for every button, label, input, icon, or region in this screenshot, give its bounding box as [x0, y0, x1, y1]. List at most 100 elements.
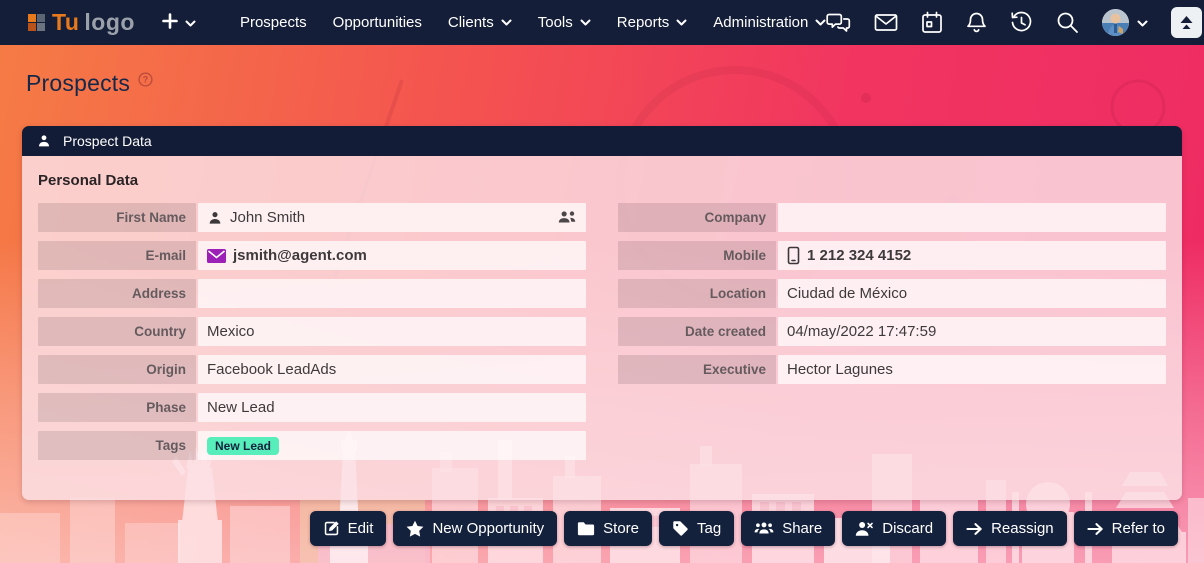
page-title: Prospects — [26, 70, 131, 96]
field-text: Hector Lagunes — [787, 361, 893, 378]
field-row-e-mail: E-mail jsmith@agent.com — [38, 241, 586, 270]
field-label: Tags — [38, 431, 196, 460]
mail-icon[interactable] — [874, 13, 898, 32]
field-value-country: Mexico — [198, 317, 586, 346]
field-value-location: Ciudad de México — [778, 279, 1166, 308]
field-value-first-name: John Smith — [198, 203, 586, 232]
prospect-data-card: Prospect Data Personal Data First Name Jo… — [22, 126, 1182, 500]
field-row-mobile: Mobile 1 212 324 4152 — [618, 241, 1166, 270]
field-row-phase: Phase New Lead — [38, 393, 586, 422]
nav-item-prospects[interactable]: Prospects — [240, 14, 307, 31]
action-button-label: Refer to — [1111, 520, 1165, 537]
page-background: Prospects ? Prospect Data Personal Data … — [0, 45, 1204, 563]
discard-button[interactable]: Discard — [842, 511, 947, 546]
field-value-company — [778, 203, 1166, 232]
field-text: Ciudad de México — [787, 285, 908, 302]
scroll-top-button[interactable] — [1171, 7, 1203, 38]
chat-icon[interactable] — [826, 12, 851, 34]
chevron-down-icon — [185, 15, 196, 30]
folder-icon — [577, 521, 595, 536]
arrow-right-icon — [1087, 522, 1104, 536]
card-title: Prospect Data — [63, 133, 152, 149]
field-row-executive: Executive Hector Lagunes — [618, 355, 1166, 384]
field-value-phase: New Lead — [198, 393, 586, 422]
field-value-origin: Facebook LeadAds — [198, 355, 586, 384]
field-row-country: Country Mexico — [38, 317, 586, 346]
user-menu[interactable] — [1102, 9, 1148, 36]
field-row-date-created: Date created 04/may/2022 17:47:59 — [618, 317, 1166, 346]
action-button-label: Tag — [697, 520, 722, 537]
action-button-label: Reassign — [991, 520, 1054, 537]
nav-item-label: Reports — [616, 14, 670, 31]
main-navigation: Prospects Opportunities Clients Tools Report… — [214, 14, 826, 31]
field-row-location: Location Ciudad de México — [618, 279, 1166, 308]
nav-item-label: Prospects — [239, 14, 307, 31]
new-opportunity-button[interactable]: New Opportunity — [393, 511, 558, 546]
action-button-label: Store — [603, 520, 640, 537]
field-value-e-mail[interactable]: jsmith@agent.com — [198, 241, 586, 270]
chevron-down-icon — [580, 19, 591, 26]
field-value-date-created: 04/may/2022 17:47:59 — [778, 317, 1166, 346]
share-button[interactable]: Share — [741, 511, 836, 546]
field-label: E-mail — [38, 241, 196, 270]
envelope-icon — [207, 248, 226, 263]
nav-item-tools[interactable]: Tools — [538, 14, 591, 31]
form-column-left: First Name John Smith E-mail jsmith@agent.c… — [38, 203, 586, 469]
field-label: Origin — [38, 355, 196, 384]
field-text: Facebook LeadAds — [207, 361, 337, 378]
action-button-label: Edit — [347, 520, 374, 537]
plus-icon — [161, 12, 179, 33]
action-button-label: New Opportunity — [432, 520, 545, 537]
card-body: Personal Data First Name John Smith E-mail… — [22, 156, 1182, 500]
field-row-address: Address — [38, 279, 586, 308]
refer-to-button[interactable]: Refer to — [1073, 511, 1178, 546]
svg-text:?: ? — [143, 75, 149, 85]
bell-icon[interactable] — [966, 11, 987, 34]
action-button-label: Share — [782, 520, 823, 537]
search-icon[interactable] — [1056, 11, 1079, 34]
person-icon — [36, 133, 52, 149]
field-row-tags: Tags New Lead — [38, 431, 586, 460]
history-icon[interactable] — [1010, 11, 1033, 34]
field-value-tags: New Lead — [198, 431, 586, 460]
field-value-address — [198, 279, 586, 308]
field-label: Phase — [38, 393, 196, 422]
nav-item-clients[interactable]: Clients — [448, 14, 512, 31]
tag-badge: New Lead — [207, 436, 280, 455]
field-label: Location — [618, 279, 776, 308]
field-row-first-name: First Name John Smith — [38, 203, 586, 232]
nav-item-administration[interactable]: Administration — [713, 14, 826, 31]
top-navbar: Tu logo Prospects Opportunities Clients Too… — [0, 0, 1204, 45]
person-icon — [207, 210, 223, 226]
user-avatar — [1102, 9, 1130, 36]
field-label: Mobile — [618, 241, 776, 270]
calendar-icon[interactable] — [921, 11, 943, 34]
quick-add-button[interactable] — [157, 8, 200, 37]
section-title: Personal Data — [38, 172, 139, 189]
chevron-down-icon — [1137, 14, 1148, 32]
personal-data-form: First Name John Smith E-mail jsmith@agent.c… — [38, 203, 1166, 469]
tag-icon — [672, 520, 689, 537]
action-button-bar: Edit New Opportunity Store Tag Share Discard R… — [309, 511, 1178, 546]
nav-item-reports[interactable]: Reports — [617, 14, 688, 31]
edit-button[interactable]: Edit — [309, 511, 387, 546]
mobile-icon — [787, 246, 800, 265]
chevron-down-icon — [676, 19, 687, 26]
field-value-mobile[interactable]: 1 212 324 4152 — [778, 241, 1166, 270]
reassign-button[interactable]: Reassign — [953, 511, 1067, 546]
help-icon[interactable]: ? — [138, 72, 153, 90]
store-button[interactable]: Store — [564, 511, 653, 546]
collapse-up-icon — [1180, 16, 1193, 29]
field-label: Executive — [618, 355, 776, 384]
field-text: Mexico — [207, 323, 255, 340]
nav-item-opportunities[interactable]: Opportunities — [333, 14, 422, 31]
tag-button[interactable]: Tag — [659, 511, 735, 546]
app-logo[interactable]: Tu logo — [28, 9, 135, 36]
people-icon[interactable] — [557, 210, 577, 225]
chevron-down-icon — [815, 19, 826, 26]
action-button-label: Discard — [882, 520, 934, 537]
field-text: 04/may/2022 17:47:59 — [787, 323, 937, 340]
logo-text-secondary: logo — [84, 9, 135, 35]
edit-icon — [323, 520, 340, 537]
field-text: jsmith@agent.com — [233, 247, 367, 264]
